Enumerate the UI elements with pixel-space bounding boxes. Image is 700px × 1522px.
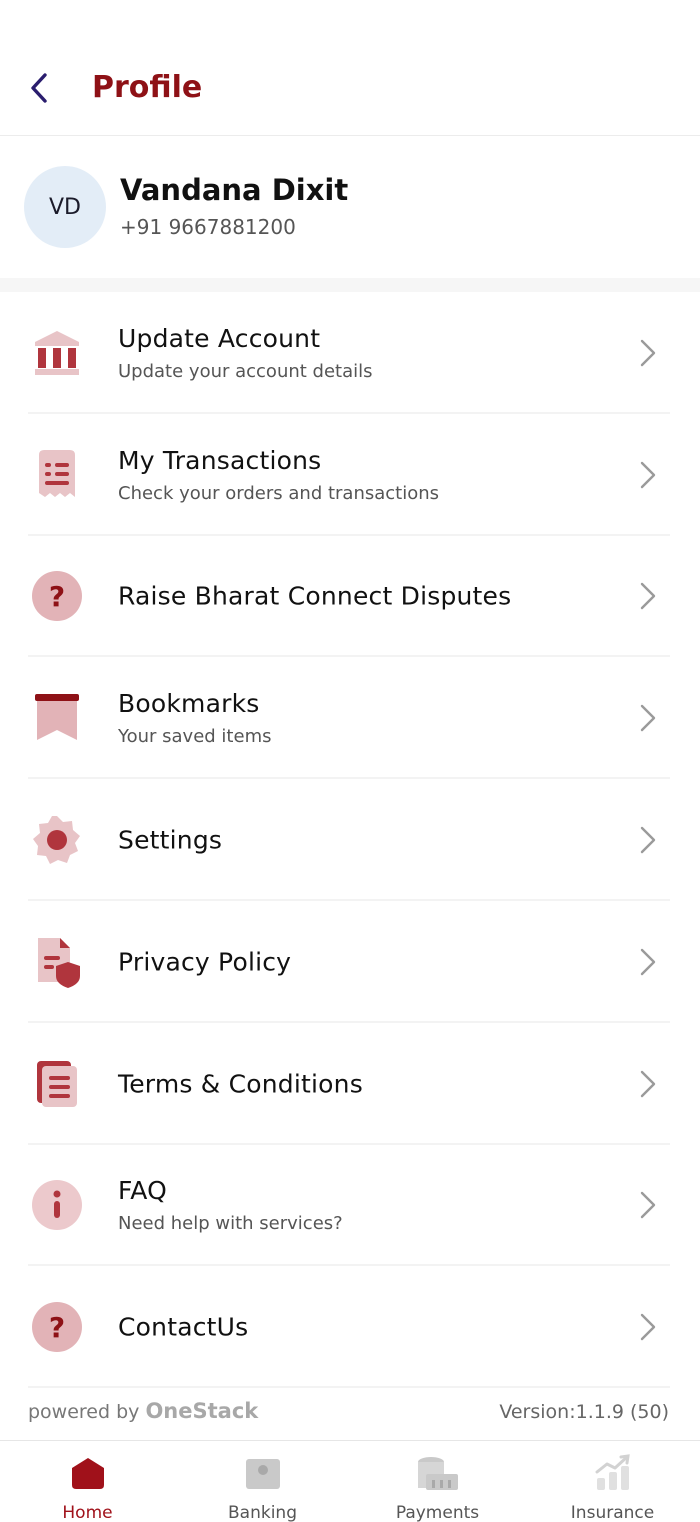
back-button[interactable] [22, 68, 56, 108]
chevron-right-icon [638, 1311, 658, 1343]
menu-item-title: Bookmarks [118, 689, 260, 719]
app-header: Profile [0, 0, 700, 136]
nav-payments[interactable]: Payments [350, 1441, 525, 1522]
page-title: Profile [92, 70, 203, 105]
avatar-initials: VD [49, 194, 81, 220]
footer-info: powered by OneStack Version:1.1.9 (50) [0, 1388, 700, 1440]
menu-item-privacy-policy[interactable]: Privacy Policy [0, 901, 700, 1023]
powered-prefix: powered by [28, 1401, 140, 1423]
shield-document-icon [28, 933, 86, 991]
nav-label: Home [62, 1503, 113, 1522]
menu-item-title: Raise Bharat Connect Disputes [118, 581, 512, 611]
avatar: VD [24, 166, 106, 248]
brand-name: OneStack [145, 1399, 259, 1423]
chevron-right-icon [638, 1189, 658, 1221]
home-icon [66, 1453, 110, 1493]
menu-item-subtitle: Check your orders and transactions [118, 482, 440, 504]
menu-item-title: Settings [118, 825, 223, 855]
menu-item-raise-disputes[interactable]: ? Raise Bharat Connect Disputes [0, 535, 700, 658]
menu-item-contact-us[interactable]: ? ContactUs [0, 1266, 700, 1389]
chevron-right-icon [638, 824, 658, 856]
menu-item-title: Terms & Conditions [118, 1069, 363, 1099]
menu-item-title: FAQ [118, 1176, 168, 1206]
menu-item-title: Privacy Policy [118, 947, 292, 977]
question-icon: ? [28, 1298, 86, 1356]
gear-icon [28, 811, 86, 869]
bookmark-icon [28, 689, 86, 747]
svg-text:?: ? [49, 1311, 65, 1344]
nav-label: Banking [228, 1503, 297, 1522]
svg-text:?: ? [49, 580, 65, 613]
question-icon: ? [28, 567, 86, 625]
chevron-right-icon [638, 459, 658, 491]
banking-icon [241, 1453, 285, 1493]
info-icon [28, 1176, 86, 1234]
nav-home[interactable]: Home [0, 1441, 175, 1522]
user-phone: +91 9667881200 [120, 215, 296, 239]
chevron-right-icon [638, 337, 658, 369]
nav-label: Payments [395, 1503, 480, 1522]
insurance-icon [591, 1453, 635, 1493]
section-divider [0, 278, 700, 292]
chevron-right-icon [638, 580, 658, 612]
menu-item-faq[interactable]: FAQ Need help with services? [0, 1144, 700, 1267]
profile-menu: Update Account Update your account detai… [0, 292, 700, 1389]
profile-card: VD Vandana Dixit +91 9667881200 [0, 137, 700, 278]
menu-item-terms-conditions[interactable]: Terms & Conditions [0, 1022, 700, 1145]
chevron-right-icon [638, 702, 658, 734]
nav-banking[interactable]: Banking [175, 1441, 350, 1522]
menu-item-bookmarks[interactable]: Bookmarks Your saved items [0, 657, 700, 780]
chevron-right-icon [638, 946, 658, 978]
menu-item-my-transactions[interactable]: My Transactions Check your orders and tr… [0, 413, 700, 536]
menu-item-title: My Transactions [118, 445, 322, 475]
nav-insurance[interactable]: Insurance [525, 1441, 700, 1522]
bank-icon [28, 324, 86, 382]
nav-label: Insurance [570, 1503, 655, 1522]
bottom-nav: Home Banking Payments Insurance [0, 1440, 700, 1522]
menu-item-subtitle: Your saved items [118, 726, 272, 748]
chevron-left-icon [31, 73, 47, 103]
payments-icon [416, 1453, 460, 1493]
document-icon [28, 1055, 86, 1113]
user-name: Vandana Dixit [120, 173, 349, 207]
menu-item-subtitle: Update your account details [118, 360, 373, 382]
menu-item-update-account[interactable]: Update Account Update your account detai… [0, 292, 700, 414]
powered-by: powered by OneStack [28, 1399, 258, 1423]
menu-item-subtitle: Need help with services? [118, 1213, 343, 1235]
menu-item-settings[interactable]: Settings [0, 779, 700, 901]
menu-item-title: Update Account [118, 323, 321, 353]
receipt-icon [28, 446, 86, 504]
menu-item-title: ContactUs [118, 1312, 249, 1342]
chevron-right-icon [638, 1068, 658, 1100]
app-version: Version:1.1.9 (50) [499, 1401, 669, 1423]
